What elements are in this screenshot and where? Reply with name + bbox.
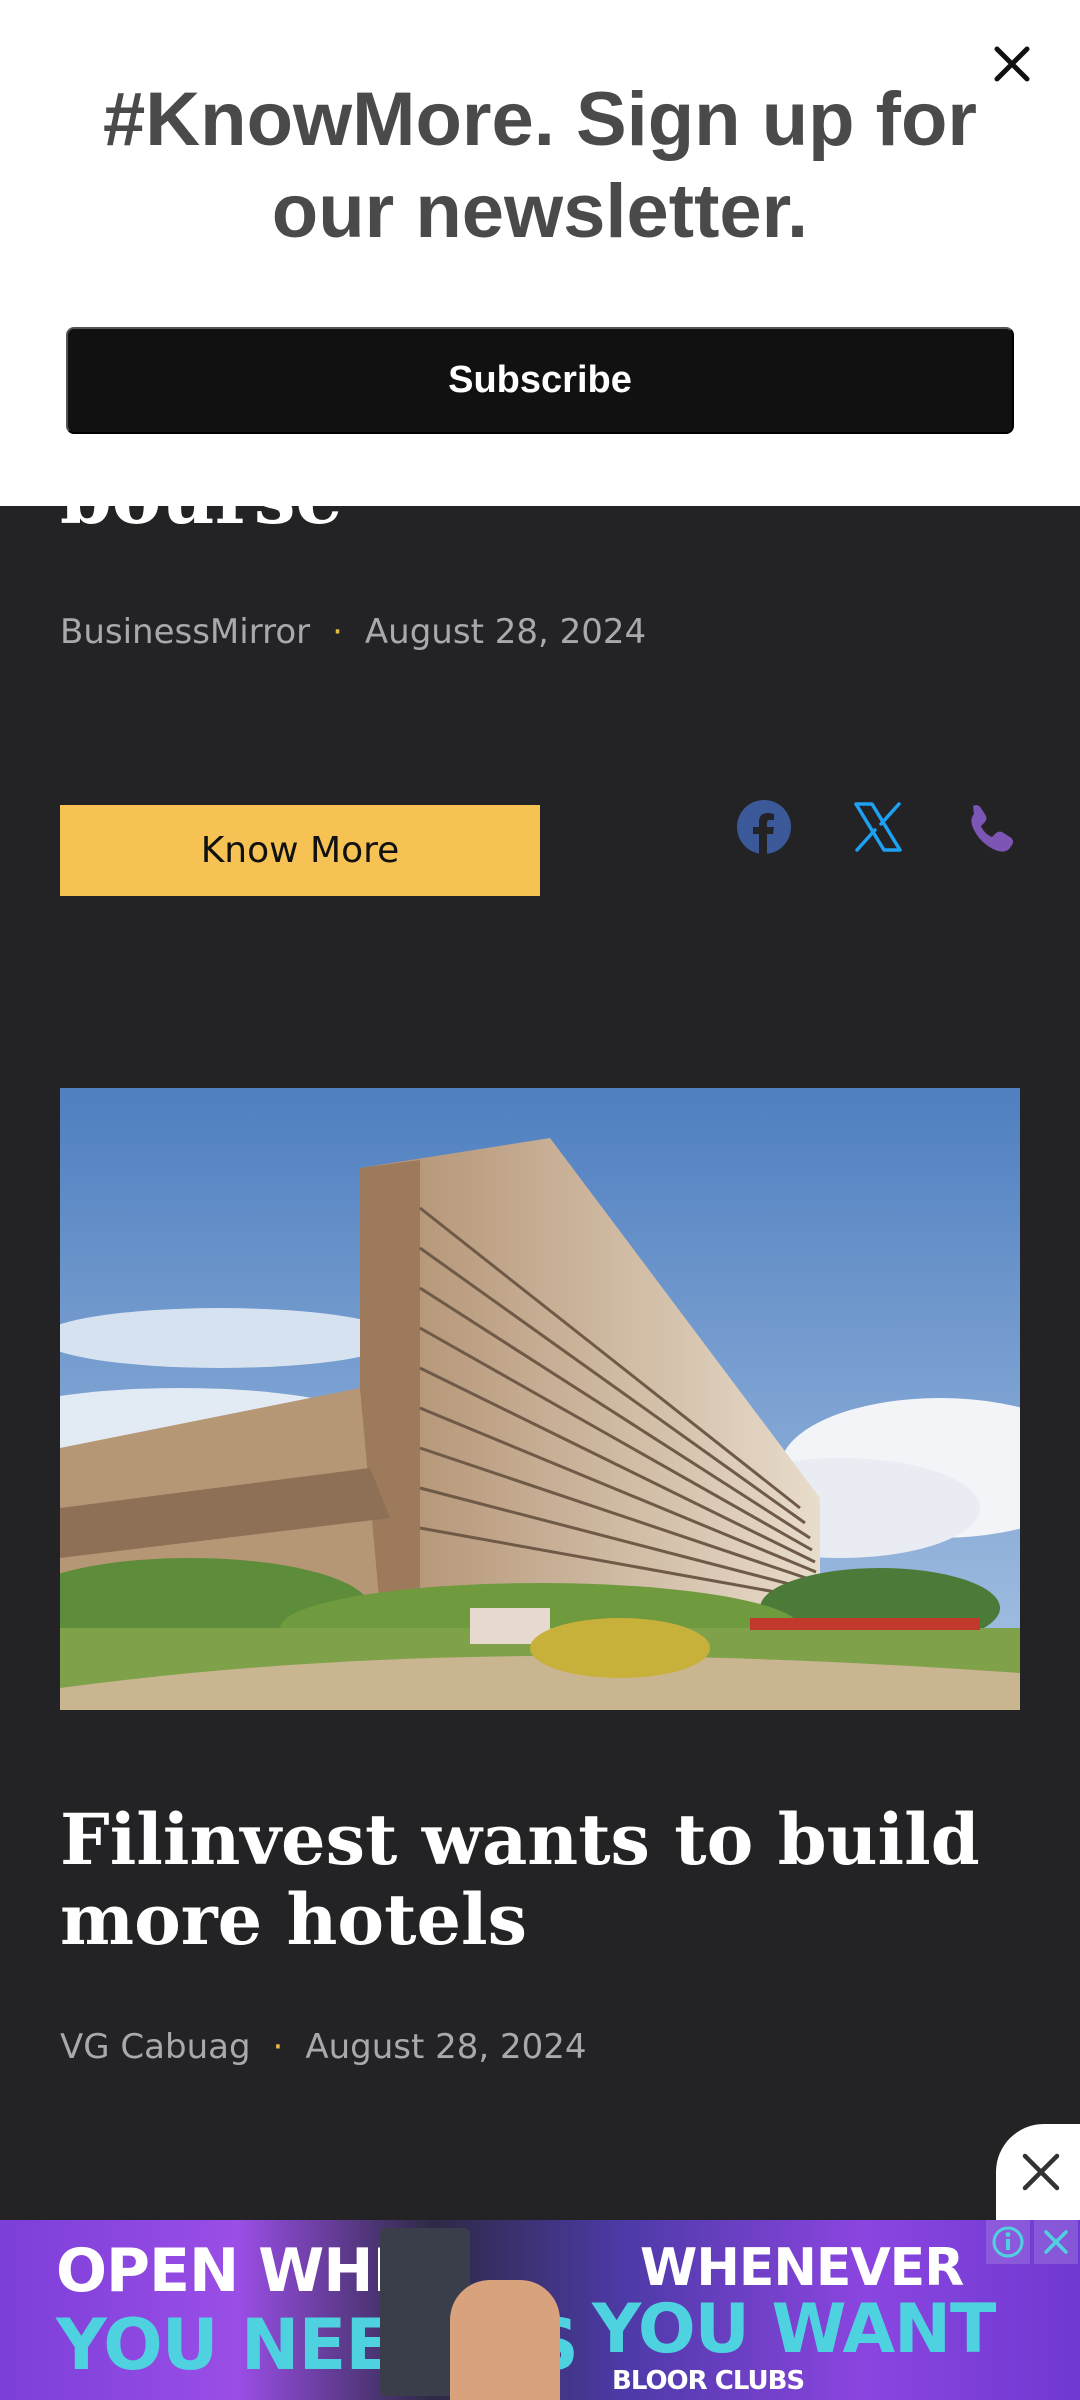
newsletter-heading: #KnowMore. Sign up for our newsletter. [103,77,977,254]
meta-separator: · [272,2027,284,2067]
article-title[interactable]: Filinvest wants to build more hotels [60,1800,1040,1960]
previous-article-meta: BusinessMirror · August 28, 2024 [60,612,646,652]
subscribe-button[interactable]: Subscribe [66,327,1014,434]
ad-close-icon[interactable] [1034,2220,1078,2264]
ad-hand-image [450,2280,560,2400]
previous-article-author[interactable]: BusinessMirror [60,612,310,652]
ad-banner[interactable]: OPEN WHEN YOU NEED US WHENEVER YOU WANT … [0,2220,1080,2400]
ad-info-icon[interactable] [986,2220,1030,2264]
ad-close-tab[interactable] [996,2124,1080,2220]
previous-article-date: August 28, 2024 [364,612,647,652]
know-more-button[interactable]: Know More [60,805,540,896]
article-meta: VG Cabuag · August 28, 2024 [60,2027,587,2067]
article-image[interactable] [60,1088,1020,1710]
facebook-share-icon[interactable] [732,795,796,859]
newsletter-popup: #KnowMore. Sign up for our newsletter. S… [0,0,1080,506]
close-icon [1022,2153,1060,2191]
meta-separator: · [332,612,343,652]
article-date: August 28, 2024 [305,2027,587,2067]
ad-headline-4: YOU WANT [592,2290,996,2369]
ad-clubs-text: BLOOR CLUBS [612,2366,805,2396]
x-share-icon[interactable] [846,795,910,859]
article-author[interactable]: VG Cabuag [60,2027,251,2067]
phone-share-icon[interactable] [956,795,1020,859]
ad-headline-3: WHENEVER [640,2238,964,2298]
